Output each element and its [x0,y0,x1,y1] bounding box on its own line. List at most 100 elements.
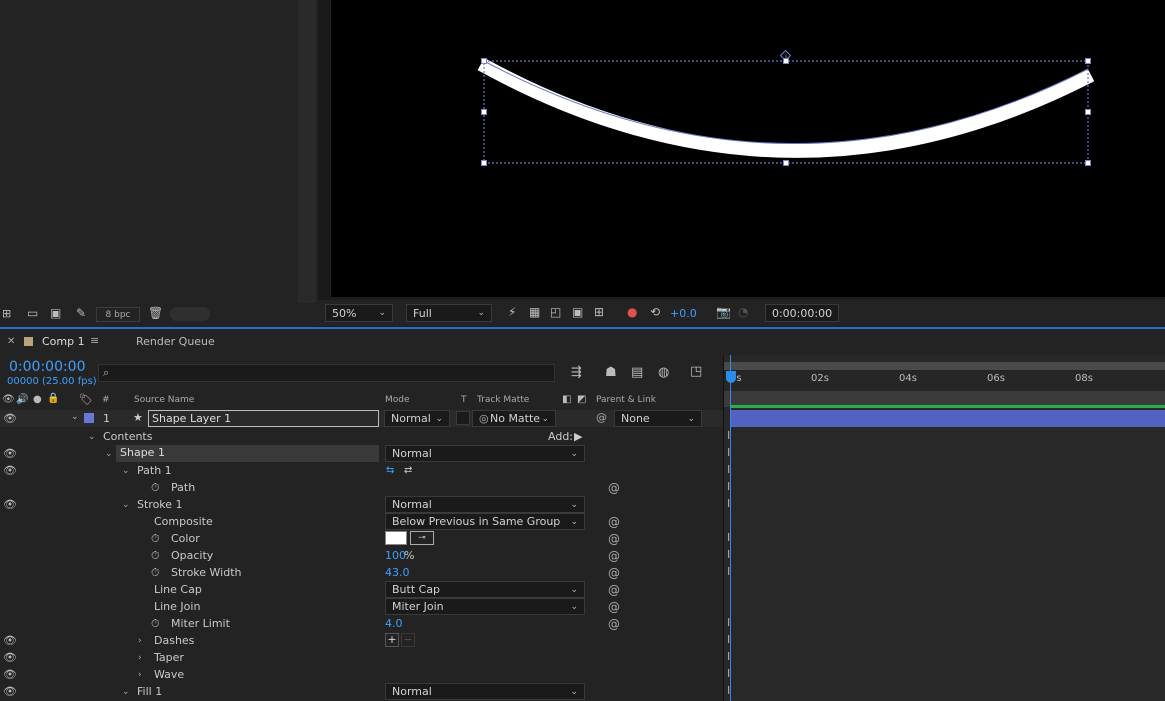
reset-exposure-icon[interactable]: ⟲ [650,305,660,319]
parent-pickwhip-icon[interactable]: @ [596,411,607,424]
twirl-open-icon[interactable]: ⌄ [88,432,96,442]
path-property-row[interactable]: ⏱ Path @ [0,479,723,496]
layer-twirl-icon[interactable]: ⌄ [71,412,79,422]
stopwatch-icon[interactable]: ⏱ [151,532,160,546]
line-join-dropdown[interactable]: Miter Join ⌄ [385,598,585,615]
grid-guides-icon[interactable]: ⊞ [594,305,604,319]
eye-icon[interactable]: 👁 [3,464,17,477]
eye-icon[interactable]: 👁 [3,634,17,647]
track-matte-dropdown[interactable]: ◎ No Matte ⌄ [472,410,556,427]
bbox-handle-bc[interactable] [783,160,789,166]
twirl-open-icon[interactable]: ⌄ [122,500,130,510]
time-ruler[interactable]: 0s 02s 04s 06s 08s [724,370,1165,390]
shape-mode-dropdown[interactable]: Normal ⌄ [385,445,585,462]
preserve-transparency-toggle[interactable] [456,411,470,425]
eye-icon[interactable]: 👁 [3,685,17,698]
trash-icon[interactable]: 🗑 [148,306,163,320]
comp-flowchart-icon[interactable]: ⇶ [571,365,582,380]
line-cap-row[interactable]: Line Cap Butt Cap ⌄ @ [0,581,723,598]
fill-group-row[interactable]: 👁 ⌄ Fill 1 Normal ⌄ [0,683,723,700]
close-tab-icon[interactable]: ✕ [7,336,15,347]
layer-name[interactable]: Shape Layer 1 [148,410,379,427]
stopwatch-icon[interactable]: ⏱ [151,481,160,495]
miter-limit-row[interactable]: ⏱ Miter Limit 4.0 @ [0,615,723,632]
bbox-handle-tr[interactable] [1085,58,1091,64]
stopwatch-icon[interactable]: ⏱ [151,617,160,631]
wave-row[interactable]: 👁 › Wave [0,666,723,683]
playhead-handle[interactable] [726,371,736,383]
eye-icon[interactable]: 👁 [3,498,17,511]
reverse-path-icon[interactable]: ⇄ [404,465,412,476]
work-area-bar[interactable] [724,362,1165,370]
twirl-open-icon[interactable]: ⌄ [105,449,113,459]
twirl-closed-icon[interactable]: › [138,636,142,646]
remove-dash-icon[interactable]: − [401,633,415,647]
region-of-interest-icon[interactable]: ▣ [572,305,583,319]
contents-row[interactable]: ⌄ Contents Add: ▶ [0,428,723,445]
add-dash-icon[interactable]: + [385,633,399,647]
shape-group-name[interactable]: Shape 1 [116,445,379,462]
layer-duration-bar[interactable] [730,410,1165,427]
graph-editor-icon[interactable]: ◳ [690,364,702,379]
color-row[interactable]: ⏱ Color ⊸ @ [0,530,723,547]
eyedropper-icon[interactable]: ⊸ [410,531,434,545]
twirl-closed-icon[interactable]: › [138,670,142,680]
timeline-graph-area[interactable]: 0s 02s 04s 06s 08s I I I I I I I I I I I… [724,355,1165,701]
path-group-row[interactable]: 👁 ⌄ Path 1 ⇆ ⇄ [0,462,723,479]
stopwatch-icon[interactable]: ⏱ [151,566,160,580]
expression-pickwhip-icon[interactable]: @ [608,549,620,563]
fill-mode-dropdown[interactable]: Normal ⌄ [385,683,585,700]
dashes-row[interactable]: 👁 › Dashes + − [0,632,723,649]
expression-pickwhip-icon[interactable]: @ [608,617,620,631]
tab-comp-1[interactable]: Comp 1 [42,335,85,348]
bbox-handle-tc[interactable] [783,58,789,64]
resolution-dropdown[interactable]: Full ⌄ [406,304,492,322]
mask-visibility-icon[interactable]: ◰ [550,305,561,319]
expression-pickwhip-icon[interactable]: @ [608,583,620,597]
layer-search-input[interactable]: ⌕ [98,364,555,382]
layer-label-color[interactable] [84,413,94,423]
motion-blur-icon[interactable]: ◍ [658,365,669,380]
interpret-footage-icon[interactable]: ⊞ [2,307,11,320]
twirl-open-icon[interactable]: ⌄ [122,466,130,476]
twirl-open-icon[interactable]: ⌄ [122,687,130,697]
stroke-width-value[interactable]: 43.0 [385,566,410,579]
opacity-row[interactable]: ⏱ Opacity 100 % @ [0,547,723,564]
bbox-handle-mr[interactable] [1085,109,1091,115]
timeline-split[interactable] [723,355,724,701]
shape-group-row[interactable]: 👁 ⌄ Shape 1 Normal ⌄ [0,445,723,462]
composite-dropdown[interactable]: Below Previous in Same Group ⌄ [385,513,585,530]
twirl-closed-icon[interactable]: › [138,653,142,663]
path-direction-icon[interactable]: ⇆ [386,465,394,476]
parent-dropdown[interactable]: None ⌄ [614,410,702,427]
show-snapshot-icon[interactable]: ◔ [738,305,748,319]
eye-icon[interactable]: 👁 [3,412,17,425]
stopwatch-icon[interactable]: ⏱ [151,549,160,563]
project-scrollbar[interactable] [298,0,316,303]
snapshot-icon[interactable]: 📷 [716,305,731,319]
stroke-width-row[interactable]: ⏱ Stroke Width 43.0 @ [0,564,723,581]
eye-icon[interactable]: 👁 [3,447,17,460]
new-folder-icon[interactable]: ▭ [27,306,38,320]
color-swatch[interactable] [385,531,407,545]
line-join-row[interactable]: Line Join Miter Join ⌄ @ [0,598,723,615]
composite-row[interactable]: Composite Below Previous in Same Group ⌄ … [0,513,723,530]
tab-menu-icon[interactable]: ≡ [90,334,99,347]
brush-icon[interactable]: ✎ [76,306,86,320]
frame-blending-icon[interactable]: ▤ [631,365,643,380]
transparency-grid-icon[interactable]: ▦ [529,305,540,319]
new-composition-icon[interactable]: ▣ [50,306,61,320]
bbox-handle-ml[interactable] [481,109,487,115]
current-time[interactable]: 0:00:00:00 [9,359,86,375]
exposure-value[interactable]: +0.0 [670,307,697,320]
line-cap-dropdown[interactable]: Butt Cap ⌄ [385,581,585,598]
eye-icon[interactable]: 👁 [3,651,17,664]
bbox-handle-bl[interactable] [481,160,487,166]
bbox-handle-tl[interactable] [481,58,487,64]
expression-pickwhip-icon[interactable]: @ [608,600,620,614]
stroke-mode-dropdown[interactable]: Normal ⌄ [385,496,585,513]
zoom-dropdown[interactable]: 50% ⌄ [325,304,393,322]
miter-limit-value[interactable]: 4.0 [385,617,403,630]
panel-divider[interactable] [318,0,330,328]
taper-row[interactable]: 👁 › Taper [0,649,723,666]
